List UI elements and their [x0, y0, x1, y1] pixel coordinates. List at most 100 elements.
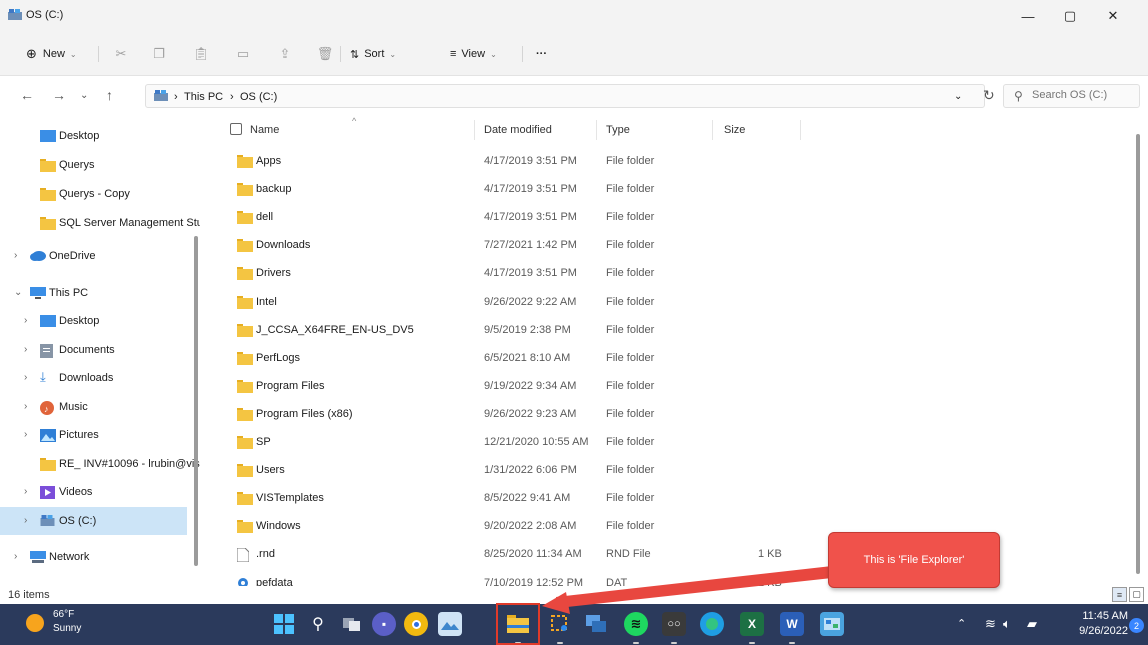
- chevron-right-icon[interactable]: ›: [24, 372, 27, 383]
- file-row[interactable]: dell 4/17/2019 3:51 PM File folder: [212, 204, 1112, 231]
- nav-item-desktop[interactable]: › Desktop: [0, 307, 200, 335]
- file-row[interactable]: Drivers 4/17/2019 3:51 PM File folder: [212, 260, 1112, 287]
- column-name[interactable]: Name: [250, 124, 279, 136]
- breadcrumb-this-pc[interactable]: This PC: [184, 91, 223, 103]
- nav-item-documents[interactable]: › Documents: [0, 336, 200, 364]
- chevron-down-icon[interactable]: ⌄: [14, 287, 22, 298]
- chat-icon[interactable]: ▪: [372, 612, 396, 636]
- address-history-chevron-icon[interactable]: ⌄: [954, 91, 962, 102]
- nav-item-downloads[interactable]: › ⤓ Downloads: [0, 364, 200, 392]
- view-button[interactable]: ≡ View ⌄: [450, 44, 497, 64]
- chevron-right-icon[interactable]: ›: [24, 344, 27, 355]
- photos-icon[interactable]: [438, 612, 462, 636]
- details-view-icon[interactable]: ≡: [1112, 587, 1127, 602]
- nav-item-videos[interactable]: › Videos: [0, 478, 200, 506]
- control-panel-icon[interactable]: [820, 612, 844, 636]
- file-row[interactable]: backup 4/17/2019 3:51 PM File folder: [212, 176, 1112, 203]
- content-scrollbar[interactable]: [1136, 134, 1140, 574]
- clock-time[interactable]: 11:45 AM: [1078, 610, 1128, 622]
- file-row[interactable]: J_CCSA_X64FRE_EN-US_DV5 9/5/2019 2:38 PM F…: [212, 317, 1112, 344]
- nav-item-re-inv-10096-lrubin-vis[interactable]: RE_ INV#10096 - lrubin@vis: [0, 450, 200, 478]
- battery-icon[interactable]: ▰: [1027, 616, 1037, 632]
- file-row[interactable]: Program Files 9/19/2022 9:34 AM File folde…: [212, 373, 1112, 400]
- breadcrumb-os-c[interactable]: OS (C:): [240, 91, 277, 103]
- chevron-right-icon[interactable]: ›: [24, 315, 27, 326]
- tiles-view-icon[interactable]: ▢: [1129, 587, 1144, 602]
- column-divider[interactable]: [800, 120, 801, 140]
- nav-item-querys[interactable]: Querys: [0, 151, 200, 179]
- close-button[interactable]: ✕: [1093, 0, 1133, 32]
- start-icon[interactable]: [272, 612, 296, 636]
- task-view-icon[interactable]: [340, 612, 364, 636]
- cut-icon[interactable]: ✂: [110, 43, 132, 65]
- chevron-right-icon[interactable]: ›: [24, 486, 27, 497]
- chrome-icon[interactable]: [404, 612, 428, 636]
- file-row[interactable]: Users 1/31/2022 6:06 PM File folder: [212, 457, 1112, 484]
- file-row[interactable]: Apps 4/17/2019 3:51 PM File folder: [212, 148, 1112, 175]
- wifi-icon[interactable]: ≋: [985, 616, 996, 632]
- sort-button[interactable]: ⇅ Sort ⌄: [350, 44, 396, 64]
- nav-item-os-c[interactable]: › OS (C:): [0, 507, 187, 535]
- nav-item-music[interactable]: › ♪ Music: [0, 393, 200, 421]
- weather-description[interactable]: Sunny: [53, 623, 81, 634]
- word-icon[interactable]: W: [780, 612, 804, 636]
- nav-item-network[interactable]: › Network: [0, 543, 200, 571]
- file-row[interactable]: SP 12/21/2020 10:55 AM File folder: [212, 429, 1112, 456]
- file-row[interactable]: Downloads 7/27/2021 1:42 PM File folder: [212, 232, 1112, 259]
- chevron-right-icon[interactable]: ›: [14, 250, 17, 261]
- clock-date[interactable]: 9/26/2022: [1072, 625, 1128, 637]
- back-icon[interactable]: ←: [20, 87, 34, 103]
- column-date-modified[interactable]: Date modified: [484, 124, 552, 136]
- rename-icon[interactable]: ▭: [232, 43, 254, 65]
- copy-icon[interactable]: ❐: [148, 43, 170, 65]
- remote-desktop-icon[interactable]: [584, 612, 608, 636]
- nav-scrollbar[interactable]: [194, 236, 198, 566]
- weather-temperature[interactable]: 66°F: [53, 609, 74, 620]
- delete-icon[interactable]: 🗑︎: [314, 43, 336, 65]
- chevron-right-icon[interactable]: ›: [24, 429, 27, 440]
- nav-item-pictures[interactable]: › Pictures: [0, 421, 200, 449]
- column-divider[interactable]: [712, 120, 713, 140]
- chevron-right-icon[interactable]: ›: [14, 551, 17, 562]
- file-row[interactable]: VISTemplates 8/5/2022 9:41 AM File folder: [212, 485, 1112, 512]
- file-row[interactable]: PerfLogs 6/5/2021 8:10 AM File folder: [212, 345, 1112, 372]
- excel-icon[interactable]: X: [740, 612, 764, 636]
- select-all-checkbox[interactable]: [230, 123, 242, 135]
- chevron-up-icon[interactable]: ⌃: [957, 617, 966, 630]
- media-app-icon[interactable]: ○○: [662, 612, 686, 636]
- spotify-icon[interactable]: ≋: [624, 612, 648, 636]
- volume-icon[interactable]: 🔈︎: [1003, 616, 1011, 632]
- nav-item-querys-copy[interactable]: Querys - Copy: [0, 180, 200, 208]
- recent-chevron-icon[interactable]: ⌄: [80, 90, 88, 101]
- sun-icon[interactable]: [26, 614, 44, 632]
- file-row[interactable]: Program Files (x86) 9/26/2022 9:23 AM File…: [212, 401, 1112, 428]
- column-size[interactable]: Size: [724, 124, 745, 136]
- share-icon[interactable]: ⇪: [274, 43, 296, 65]
- paste-icon[interactable]: 📋︎: [190, 43, 212, 65]
- nav-item-this-pc[interactable]: ⌄ This PC: [0, 279, 200, 307]
- column-divider[interactable]: [596, 120, 597, 140]
- notification-badge[interactable]: 2: [1129, 618, 1144, 633]
- nav-item-sql-server-management-stu[interactable]: SQL Server Management Stu: [0, 209, 200, 237]
- file-row[interactable]: Intel 9/26/2022 9:22 AM File folder: [212, 289, 1112, 316]
- refresh-icon[interactable]: ↻: [983, 87, 995, 104]
- column-type[interactable]: Type: [606, 124, 630, 136]
- forward-icon[interactable]: →: [52, 87, 66, 103]
- column-divider[interactable]: [474, 120, 475, 140]
- more-options-button[interactable]: ···: [536, 44, 547, 64]
- maximize-button[interactable]: ▢: [1050, 0, 1090, 32]
- search-icon[interactable]: ⚲: [306, 612, 330, 636]
- search-input[interactable]: [1032, 89, 1136, 101]
- edge-icon[interactable]: [700, 612, 724, 636]
- chevron-right-icon: ›: [174, 91, 178, 103]
- address-bar[interactable]: › This PC › OS (C:) ⌄: [145, 84, 985, 108]
- snipping-tool-icon[interactable]: [548, 612, 572, 636]
- nav-item-onedrive[interactable]: › OneDrive: [0, 242, 200, 270]
- chevron-right-icon[interactable]: ›: [24, 401, 27, 412]
- nav-item-desktop[interactable]: Desktop: [0, 122, 200, 150]
- search-box[interactable]: ⚲: [1003, 84, 1140, 108]
- up-icon[interactable]: ↑: [106, 87, 113, 103]
- minimize-button[interactable]: —: [1008, 0, 1048, 32]
- new-button[interactable]: ⊕ New ⌄: [26, 44, 77, 64]
- chevron-right-icon[interactable]: ›: [24, 515, 27, 526]
